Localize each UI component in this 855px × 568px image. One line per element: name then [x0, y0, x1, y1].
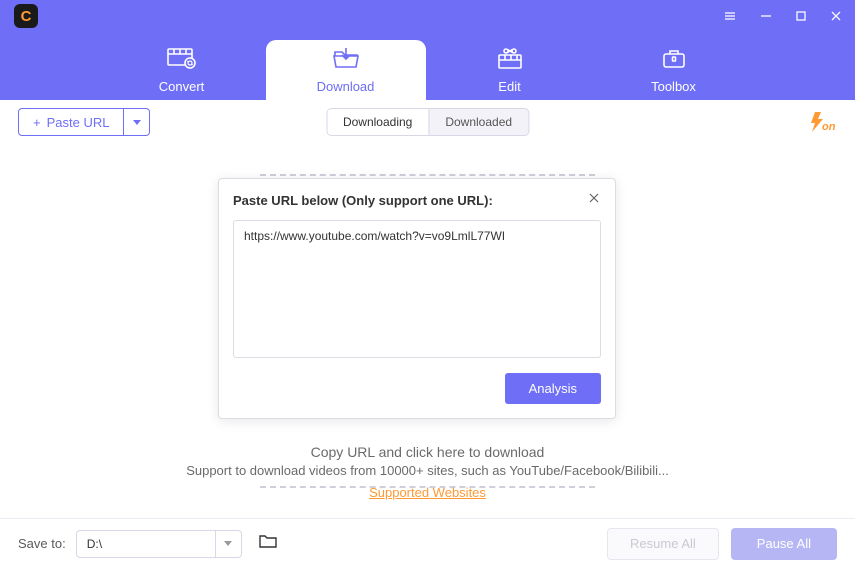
paste-url-button[interactable]: + Paste URL [18, 108, 124, 136]
tab-label: Download [317, 79, 375, 94]
chevron-down-icon [133, 120, 141, 125]
dialog-title: Paste URL below (Only support one URL): [233, 193, 493, 208]
paste-url-label: Paste URL [47, 115, 110, 130]
edit-icon [496, 46, 524, 75]
download-status-segment: Downloading Downloaded [326, 108, 529, 136]
maximize-icon[interactable] [795, 10, 807, 22]
url-input[interactable]: https://www.youtube.com/watch?v=vo9LmlL7… [233, 220, 601, 358]
save-to-label: Save to: [18, 536, 66, 551]
chevron-down-icon [224, 541, 232, 546]
main-tabs: Convert Download Edit Toolbox [0, 22, 855, 100]
drop-hint-text: Copy URL and click here to download [0, 444, 855, 460]
minimize-icon[interactable] [759, 9, 773, 23]
save-path-field[interactable]: D:\ [76, 530, 216, 558]
acceleration-badge[interactable]: on [807, 110, 837, 134]
close-icon[interactable] [829, 9, 843, 23]
menu-icon[interactable] [723, 9, 737, 23]
plus-icon: + [33, 115, 41, 130]
save-path-dropdown[interactable] [216, 530, 242, 558]
pause-all-button[interactable]: Pause All [731, 528, 837, 560]
segment-downloaded[interactable]: Downloaded [429, 109, 528, 135]
download-icon [332, 46, 360, 75]
close-icon [587, 191, 601, 205]
tab-edit[interactable]: Edit [430, 40, 590, 100]
analysis-button[interactable]: Analysis [505, 373, 601, 404]
svg-text:on: on [822, 121, 836, 133]
tab-label: Convert [159, 79, 205, 94]
support-text: Support to download videos from 10000+ s… [0, 463, 855, 478]
supported-websites-link[interactable]: Supported Websites [0, 485, 855, 500]
titlebar [0, 0, 855, 22]
tab-toolbox[interactable]: Toolbox [594, 40, 754, 100]
open-folder-button[interactable] [258, 533, 278, 554]
folder-icon [258, 533, 278, 549]
tab-download[interactable]: Download [266, 40, 426, 100]
tab-label: Edit [498, 79, 520, 94]
paste-url-dialog: Paste URL below (Only support one URL): … [218, 178, 616, 419]
toolbox-icon [660, 46, 688, 75]
resume-all-button[interactable]: Resume All [607, 528, 719, 560]
toolbar: + Paste URL Downloading Downloaded on [0, 100, 855, 144]
tab-convert[interactable]: Convert [102, 40, 262, 100]
dialog-close-button[interactable] [587, 191, 601, 210]
footer: Save to: D:\ Resume All Pause All [0, 518, 855, 568]
tab-label: Toolbox [651, 79, 696, 94]
segment-downloading[interactable]: Downloading [327, 109, 429, 135]
paste-url-dropdown[interactable] [124, 108, 150, 136]
convert-icon [167, 46, 197, 75]
app-logo: C [14, 4, 38, 28]
